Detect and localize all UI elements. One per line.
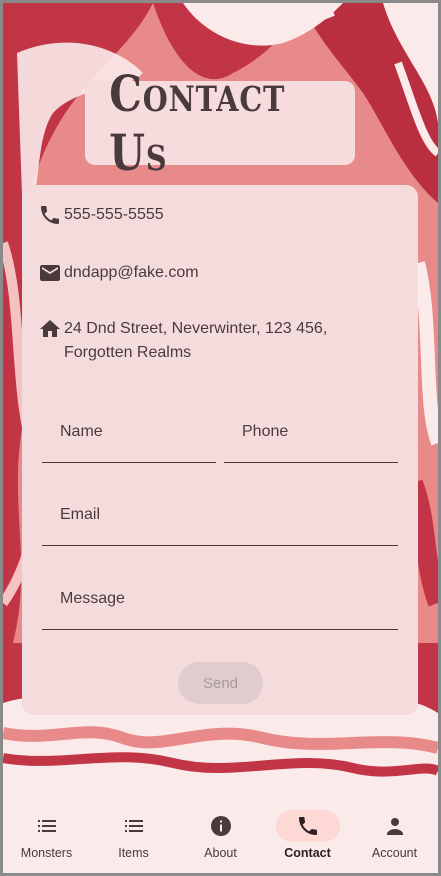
name-underline xyxy=(42,462,216,463)
email-label: Email xyxy=(60,506,101,523)
email-underline xyxy=(42,545,398,546)
name-label: Name xyxy=(60,423,103,440)
nav-item-contact[interactable]: Contact xyxy=(264,793,351,873)
phone-underline xyxy=(224,462,398,463)
phone-icon xyxy=(298,817,317,835)
email-icon xyxy=(40,265,60,281)
bottom-navigation: Monsters Items About Contact Account xyxy=(3,793,438,873)
address-text: 24 Dnd Street, Neverwinter, 123 456, For… xyxy=(64,317,327,365)
app-screen: Contact Us 555-555-5555 dndapp@fake.com … xyxy=(3,3,438,873)
nav-item-items[interactable]: Items xyxy=(90,793,177,873)
phone-text: 555-555-5555 xyxy=(64,206,164,223)
nav-label-monsters: Monsters xyxy=(20,846,73,860)
person-icon xyxy=(386,818,403,835)
nav-label-items: Items xyxy=(118,846,149,860)
phone-field[interactable]: Phone xyxy=(224,403,398,463)
nav-item-monsters[interactable]: Monsters xyxy=(3,793,90,873)
page-title: Contact Us xyxy=(109,64,286,182)
home-icon xyxy=(40,320,60,337)
title-banner: Contact Us xyxy=(85,64,355,182)
email-row: dndapp@fake.com xyxy=(38,261,199,285)
list-icon xyxy=(37,820,56,832)
info-icon xyxy=(210,816,231,836)
name-field[interactable]: Name xyxy=(42,403,216,463)
nav-item-account[interactable]: Account xyxy=(351,793,438,873)
nav-label-account: Account xyxy=(371,846,418,860)
nav-item-about[interactable]: About xyxy=(177,793,264,873)
phone-label: Phone xyxy=(242,423,289,440)
contact-card: 555-555-5555 dndapp@fake.com 24 Dnd Stre… xyxy=(22,185,418,715)
message-underline xyxy=(42,629,398,630)
send-button[interactable]: Send xyxy=(178,662,263,704)
message-label: Message xyxy=(60,590,125,607)
phone-icon xyxy=(41,206,59,224)
message-field[interactable]: Message xyxy=(42,570,398,630)
email-field[interactable]: Email xyxy=(42,486,398,546)
email-text: dndapp@fake.com xyxy=(64,264,199,281)
address-row: 24 Dnd Street, Neverwinter, 123 456, For… xyxy=(38,317,327,365)
nav-label-contact: Contact xyxy=(284,846,331,860)
nav-label-about: About xyxy=(204,846,237,860)
address-line-1: 24 Dnd Street, Neverwinter, 123 456, xyxy=(64,320,328,337)
list-icon xyxy=(124,820,143,832)
phone-row: 555-555-5555 xyxy=(38,203,164,227)
address-line-2: Forgotten Realms xyxy=(64,344,192,361)
